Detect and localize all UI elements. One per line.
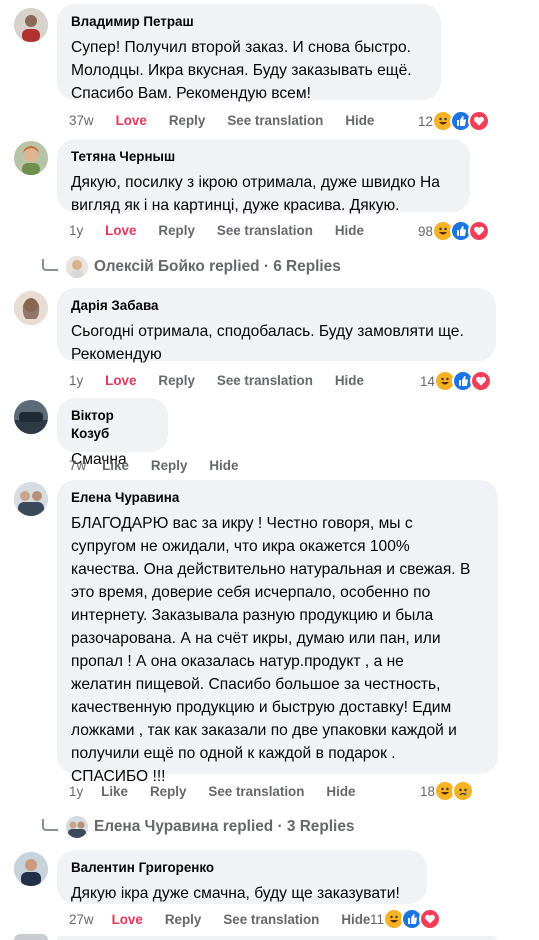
comment-bubble: Владимир Петраш Супер! Получил второй за… xyxy=(57,4,441,102)
comment-author[interactable]: Віктор Козуб xyxy=(71,407,154,443)
reaction-count: 14 xyxy=(420,373,435,389)
avatar[interactable] xyxy=(14,291,48,325)
love-button[interactable]: Love xyxy=(105,373,136,388)
view-replies-link[interactable]: Елена Чуравина replied · 3 Replies xyxy=(40,816,354,838)
comment-timestamp[interactable]: 1y xyxy=(69,373,83,388)
comment-text: Дякую ікра дуже смачна, буду ще заказува… xyxy=(71,885,400,902)
see-translation-button[interactable]: See translation xyxy=(223,912,319,927)
comment-text: Дякую, посилку з ікрою отримала, дуже шв… xyxy=(71,174,440,214)
love-icon xyxy=(469,370,492,392)
see-translation-button[interactable]: See translation xyxy=(227,113,323,128)
see-translation-button[interactable]: See translation xyxy=(217,373,313,388)
avatar xyxy=(14,934,48,940)
comment-timestamp[interactable]: 7w xyxy=(69,458,86,473)
hide-button[interactable]: Hide xyxy=(326,784,355,799)
avatar xyxy=(66,256,88,278)
comment-author[interactable]: Елена Чуравина xyxy=(71,489,484,507)
comment-bubble: Тетяна Черныш Дякую, посилку з ікрою отр… xyxy=(57,139,470,214)
love-icon xyxy=(467,110,490,132)
comment-actions: 1y Like Reply See translation Hide xyxy=(69,781,377,801)
reply-button[interactable]: Reply xyxy=(158,223,194,238)
love-button[interactable]: Love xyxy=(112,912,143,927)
comment-actions: 7w Like Reply Hide xyxy=(69,455,260,475)
comment-bubble xyxy=(57,936,497,940)
comment-bubble: Віктор Козуб Смачна xyxy=(57,398,168,468)
replies-label[interactable]: Елена Чуравина replied · 3 Replies xyxy=(94,818,354,836)
comment-text: БЛАГОДАРЮ вас за икру ! Честно говоря, м… xyxy=(71,515,471,785)
comment-actions: 37w Love Reply See translation Hide xyxy=(69,110,396,130)
reply-button[interactable]: Reply xyxy=(150,784,186,799)
reply-arrow-icon xyxy=(42,819,58,831)
comment-author[interactable]: Дарія Забава xyxy=(71,297,482,315)
hide-button[interactable]: Hide xyxy=(345,113,374,128)
reaction-count: 12 xyxy=(418,113,433,129)
reaction-summary[interactable]: 14 xyxy=(420,370,492,392)
replies-label[interactable]: Олексій Бойко replied · 6 Replies xyxy=(94,258,341,276)
hide-button[interactable]: Hide xyxy=(209,458,238,473)
reaction-count: 18 xyxy=(420,783,435,799)
reply-button[interactable]: Reply xyxy=(165,912,201,927)
comment-author[interactable]: Тетяна Черныш xyxy=(71,148,456,166)
comment-bubble: Валентин Григоренко Дякую ікра дуже смач… xyxy=(57,850,427,904)
hide-button[interactable]: Hide xyxy=(335,223,364,238)
comment-actions: 1y Love Reply See translation Hide xyxy=(69,220,386,240)
see-translation-button[interactable]: See translation xyxy=(217,223,313,238)
reply-button[interactable]: Reply xyxy=(158,373,194,388)
comment-bubble: Елена Чуравина БЛАГОДАРЮ вас за икру ! Ч… xyxy=(57,480,498,785)
comment-timestamp[interactable]: 27w xyxy=(69,912,94,927)
love-icon xyxy=(467,220,490,242)
avatar[interactable] xyxy=(14,852,48,886)
avatar[interactable] xyxy=(14,482,48,516)
love-icon xyxy=(418,908,441,930)
comment-text: Супер! Получил второй заказ. И снова быс… xyxy=(71,39,412,102)
reaction-summary[interactable]: 11 xyxy=(370,908,441,930)
sad-icon xyxy=(451,780,474,802)
reaction-summary[interactable]: 12 xyxy=(418,110,490,132)
hide-button[interactable]: Hide xyxy=(341,912,370,927)
avatar xyxy=(66,816,88,838)
view-replies-link[interactable]: Олексій Бойко replied · 6 Replies xyxy=(40,256,341,278)
love-button[interactable]: Love xyxy=(116,113,147,128)
reaction-summary[interactable]: 98 xyxy=(418,220,490,242)
comment-author[interactable]: Владимир Петраш xyxy=(71,13,427,31)
avatar[interactable] xyxy=(14,8,48,42)
comment-bubble: Дарія Забава Сьогодні отримала, сподобал… xyxy=(57,288,496,363)
see-translation-button[interactable]: See translation xyxy=(208,784,304,799)
comment-actions: 27w Love Reply See translation Hide xyxy=(69,909,392,929)
reply-button[interactable]: Reply xyxy=(169,113,205,128)
avatar[interactable] xyxy=(14,141,48,175)
reaction-summary[interactable]: 18 xyxy=(420,780,474,802)
reply-arrow-icon xyxy=(42,259,58,271)
like-button[interactable]: Like xyxy=(102,458,129,473)
hide-button[interactable]: Hide xyxy=(335,373,364,388)
love-button[interactable]: Love xyxy=(105,223,136,238)
comment-text: Сьогодні отримала, сподобалась. Буду зам… xyxy=(71,323,464,363)
comment-author[interactable]: Валентин Григоренко xyxy=(71,859,413,877)
reaction-count: 11 xyxy=(370,911,384,927)
comment-timestamp[interactable]: 1y xyxy=(69,784,83,799)
avatar[interactable] xyxy=(14,400,48,434)
comment-timestamp[interactable]: 37w xyxy=(69,113,94,128)
comment-timestamp[interactable]: 1y xyxy=(69,223,83,238)
comment-actions: 1y Love Reply See translation Hide xyxy=(69,370,386,390)
reaction-count: 98 xyxy=(418,223,433,239)
like-button[interactable]: Like xyxy=(101,784,128,799)
reply-button[interactable]: Reply xyxy=(151,458,187,473)
